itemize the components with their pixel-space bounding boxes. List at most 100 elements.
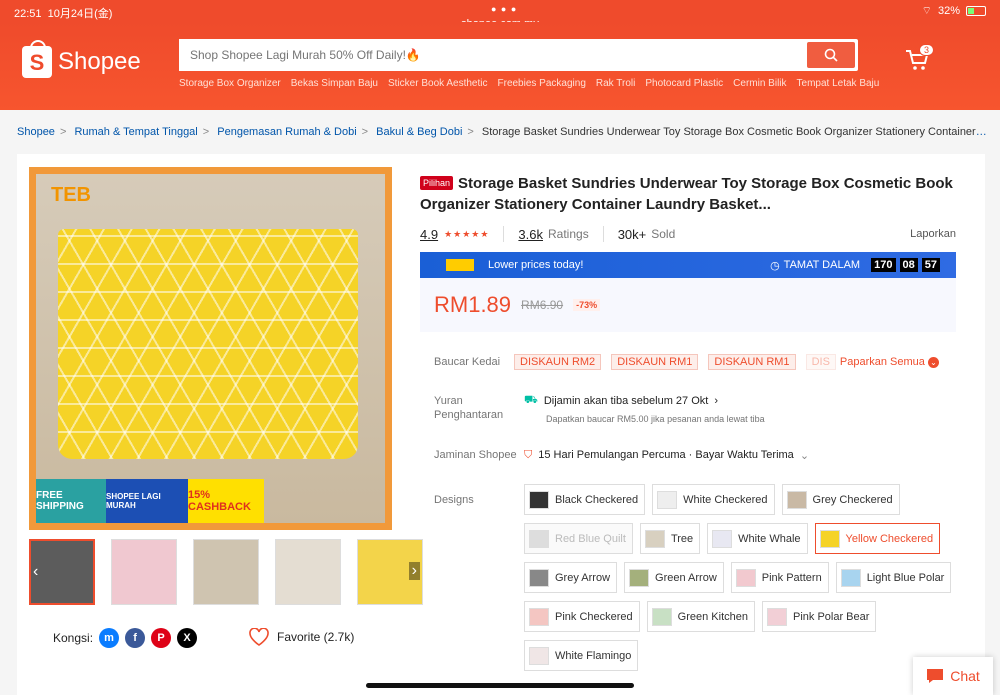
pinterest-icon[interactable]: P [151, 628, 172, 648]
chevron-down-icon: ⌄ [927, 357, 939, 368]
thumbnail[interactable]: › [357, 539, 423, 605]
flash-sale-bar: Lower prices today! ◷ TAMAT DALAM 170 08 57 [420, 252, 956, 278]
design-option[interactable]: Black Checkered [524, 484, 646, 515]
voucher-chip[interactable]: DISKAUN RM2 [514, 354, 602, 370]
voucher-row: Baucar Kedai DISKAUN RM2 DISKAUN RM1 DIS… [420, 354, 956, 370]
breadcrumb-link[interactable]: Pengemasan Rumah & Dobi [217, 126, 356, 138]
suggestion-link[interactable]: Rak Troli [596, 78, 635, 89]
design-option-label: Pink Polar Bear [792, 610, 870, 623]
chevron-left-icon[interactable]: ‹ [33, 563, 38, 581]
yellow-basket-image [58, 229, 358, 459]
ratings-count[interactable]: 3.6k [518, 227, 543, 242]
suggestion-link[interactable]: Bekas Simpan Baju [291, 78, 378, 89]
design-option-label: Green Arrow [655, 571, 717, 584]
see-all-vouchers[interactable]: Paparkan Semua ⌄ [840, 356, 939, 368]
design-swatch [766, 607, 787, 626]
shield-icon: ⛉ [524, 448, 533, 461]
design-option[interactable]: Red Blue Quilt [524, 523, 633, 554]
designs-row: Designs Black Checkered White Checkered Gr… [420, 484, 956, 671]
pilihan-badge: Pilihan [420, 176, 454, 190]
thumbnail[interactable]: ‹ [29, 539, 95, 605]
chat-icon [927, 669, 944, 683]
rating-stats: 4.9 ★★★★★ 3.6k Ratings 30k+ Sold Laporkan [420, 226, 956, 242]
shipping-row: Yuran Penghantaran ⛟ Dijamin akan tiba se… [434, 394, 765, 424]
report-link[interactable]: Laporkan [910, 228, 956, 240]
design-option-label: Grey Arrow [555, 571, 611, 584]
current-price: RM1.89 [434, 292, 512, 317]
design-option[interactable]: Pink Polar Bear [761, 601, 877, 632]
sold-count: 30k+ [617, 226, 647, 242]
search-input[interactable] [179, 39, 807, 71]
breadcrumb-link[interactable]: Shopee [17, 126, 55, 138]
shopee-logo[interactable]: S Shopee [22, 40, 141, 78]
design-option-label: White Checkered [683, 493, 768, 506]
voucher-chip[interactable]: DIS [805, 354, 836, 370]
brand-watermark: TEB [51, 184, 91, 206]
cart-count-badge: 3 [919, 44, 935, 56]
clock-icon: ◷ [770, 259, 780, 272]
design-option-label: White Whale [738, 532, 801, 545]
design-option-label: Grey Checkered [812, 493, 893, 506]
voucher-chip[interactable]: DISKAUN RM1 [611, 354, 699, 370]
chevron-down-icon: ⌄ [799, 449, 810, 462]
suggestion-link[interactable]: Cermin Bilik [733, 78, 786, 89]
truck-icon: ⛟ [524, 394, 538, 406]
design-swatch [840, 568, 861, 587]
chat-button[interactable]: Chat [913, 657, 993, 695]
discount-badge: -73% [573, 299, 601, 311]
messenger-icon[interactable]: m [99, 628, 120, 648]
chevron-right-icon[interactable]: › [408, 562, 420, 580]
thumbnail-strip: ‹ › [29, 539, 423, 605]
status-right: ⌔ 32% [922, 4, 986, 18]
search-bar [179, 39, 858, 71]
design-option[interactable]: Pink Pattern [730, 562, 829, 593]
design-swatch [651, 607, 672, 626]
product-details: Pilihan Storage Basket Sundries Underwear… [420, 173, 956, 671]
design-option-label: Light Blue Polar [866, 571, 945, 584]
design-option[interactable]: Green Kitchen [646, 601, 755, 632]
main-product-image[interactable]: TEB FREE SHIPPING SHOPEE LAGI MURAH 15% … [29, 167, 392, 530]
favorite-button[interactable]: Favorite (2.7k) [249, 628, 354, 646]
design-option[interactable]: Pink Checkered [524, 601, 640, 632]
design-option[interactable]: White Checkered [652, 484, 775, 515]
shopee-bag-icon: S [22, 40, 52, 78]
design-swatch [657, 490, 678, 509]
breadcrumb-link[interactable]: Rumah & Tempat Tinggal [74, 126, 197, 138]
thumbnail[interactable] [275, 539, 341, 605]
search-icon [824, 48, 838, 62]
thumbnail[interactable] [193, 539, 259, 605]
suggestion-link[interactable]: Freebies Packaging [498, 78, 586, 89]
browser-dots-icon[interactable]: ● ● ● [491, 4, 517, 14]
suggestion-link[interactable]: Sticker Book Aesthetic [388, 78, 488, 89]
rating-value[interactable]: 4.9 [420, 227, 438, 242]
chevron-right-icon: › [714, 395, 718, 407]
design-options: Black Checkered White Checkered Grey Check… [524, 484, 954, 671]
timer-minutes: 08 [899, 258, 918, 272]
design-option[interactable]: Grey Checkered [781, 484, 900, 515]
voucher-chip[interactable]: DISKAUN RM1 [708, 354, 796, 370]
status-bar: 22:51 10月24日(金) ● ● ● ⌔ 32% shopee.com.m… [0, 0, 1000, 30]
facebook-icon[interactable]: f [125, 628, 146, 648]
design-option[interactable]: White Flamingo [524, 640, 639, 671]
design-option[interactable]: White Whale [707, 523, 808, 554]
cart-button[interactable]: 3 [905, 44, 935, 76]
suggestion-link[interactable]: Storage Box Organizer [179, 78, 281, 89]
design-option[interactable]: Green Arrow [624, 562, 724, 593]
breadcrumb-link[interactable]: Bakul & Beg Dobi [376, 126, 462, 138]
design-option[interactable]: Tree [639, 523, 701, 554]
design-option-label: Red Blue Quilt [555, 532, 626, 545]
design-option[interactable]: Yellow Checkered [814, 523, 941, 554]
home-indicator [366, 683, 634, 688]
design-swatch [529, 568, 549, 587]
suggestion-link[interactable]: Photocard Plastic [645, 78, 723, 89]
design-option[interactable]: Grey Arrow [524, 562, 618, 593]
design-swatch [529, 607, 549, 626]
product-card: TEB FREE SHIPPING SHOPEE LAGI MURAH 15% … [17, 154, 985, 695]
search-button[interactable] [807, 42, 855, 68]
x-twitter-icon[interactable]: X [177, 628, 198, 648]
battery-percent: 32% [937, 5, 960, 17]
design-option[interactable]: Light Blue Polar [835, 562, 952, 593]
suggestion-link[interactable]: Tempat Letak Baju [797, 78, 880, 89]
design-option-label: Green Kitchen [677, 610, 748, 623]
thumbnail[interactable] [111, 539, 177, 605]
